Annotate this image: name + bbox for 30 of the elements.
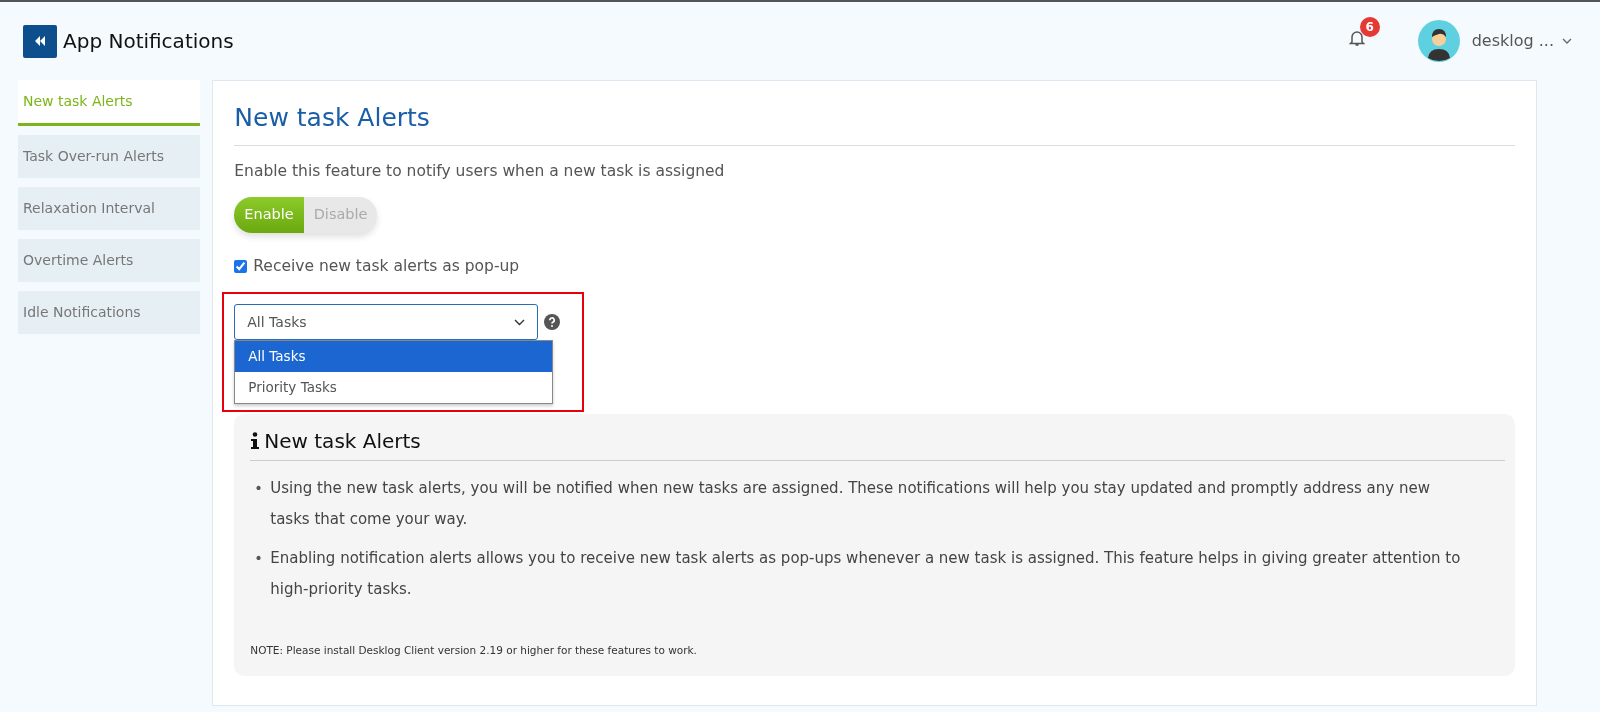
back-button[interactable] xyxy=(23,24,57,58)
dropdown-option[interactable]: All Tasks xyxy=(235,341,553,372)
sidebar-item[interactable]: Idle Notifications xyxy=(18,291,201,334)
double-chevron-left-icon[interactable] xyxy=(34,35,46,47)
user-name[interactable]: desklog ... xyxy=(1471,29,1554,53)
notification-bell-icon[interactable] xyxy=(1347,28,1366,47)
sidebar-item[interactable]: Relaxation Interval xyxy=(18,187,201,230)
bullet-marker: • xyxy=(254,549,264,568)
notification-count: 6 xyxy=(1359,16,1380,37)
dropdown-option[interactable]: Priority Tasks xyxy=(235,372,553,403)
chevron-down-icon[interactable] xyxy=(1562,38,1572,44)
toggle-option[interactable]: Enable xyxy=(234,196,304,233)
popup-checkbox[interactable] xyxy=(234,259,248,273)
sidebar-item[interactable]: New task Alerts xyxy=(18,80,201,126)
sidebar-item[interactable]: Overtime Alerts xyxy=(18,239,201,282)
panel-title: New task Alerts xyxy=(234,99,1515,146)
info-bullet: Using the new task alerts, you will be notified when new tasks are assigned. These notifications will help you stay updated and promptly address any new tasks that come your way. xyxy=(270,478,1431,530)
task-type-select[interactable]: All Tasks xyxy=(234,304,539,340)
help-icon[interactable] xyxy=(544,314,561,330)
checkbox-label: Receive new task alerts as pop-up xyxy=(253,255,520,277)
page-title: App Notifications xyxy=(63,28,234,55)
info-note: NOTE: Please install Desklog Client version 2.19 or higher for these features to work. xyxy=(250,643,698,658)
avatar-icon[interactable] xyxy=(1417,20,1460,62)
chevron-down-icon[interactable] xyxy=(514,318,526,326)
bullet-marker: • xyxy=(254,479,264,498)
info-icon xyxy=(250,432,261,450)
info-bullet: Enabling notification alerts allows you to receive new task alerts as pop-ups whenever a new task is assigned. This feature helps in giving greater attention to high-priority tasks. xyxy=(270,548,1462,600)
sidebar-item[interactable]: Task Over-run Alerts xyxy=(18,135,201,178)
info-title: New task Alerts xyxy=(264,428,421,455)
panel-description: Enable this feature to notify users when a new task is assigned xyxy=(234,160,726,182)
